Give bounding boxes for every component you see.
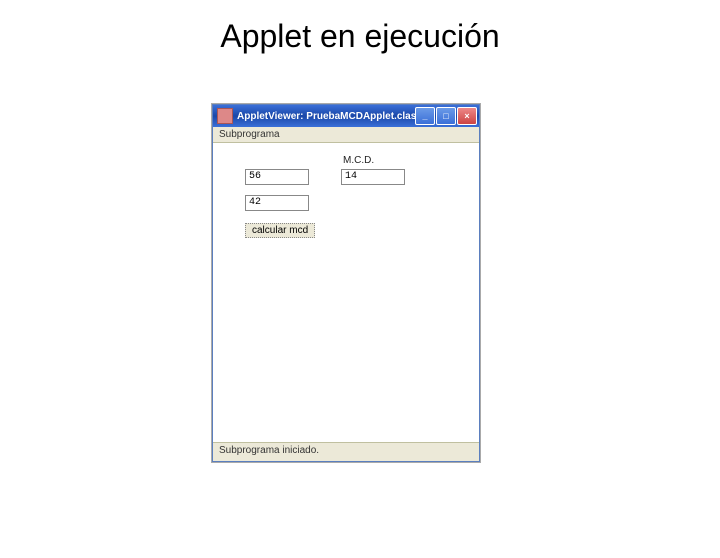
status-bar: Subprograma iniciado. — [213, 442, 479, 461]
close-button[interactable]: × — [457, 107, 477, 125]
mcd-label: M.C.D. — [343, 155, 374, 166]
applet-viewer-window: AppletViewer: PruebaMCDApplet.class _ □ … — [212, 104, 480, 462]
window-controls: _ □ × — [415, 107, 477, 125]
titlebar: AppletViewer: PruebaMCDApplet.class _ □ … — [213, 105, 479, 127]
window-title: AppletViewer: PruebaMCDApplet.class — [237, 111, 415, 122]
maximize-button[interactable]: □ — [436, 107, 456, 125]
result-field[interactable]: 14 — [341, 169, 405, 185]
slide-title: Applet en ejecución — [0, 18, 720, 55]
menu-bar[interactable]: Subprograma — [213, 127, 479, 143]
applet-area: M.C.D. 56 14 42 calcular mcd — [213, 143, 479, 447]
minimize-button[interactable]: _ — [415, 107, 435, 125]
calculate-button[interactable]: calcular mcd — [245, 223, 315, 238]
input-b-field[interactable]: 42 — [245, 195, 309, 211]
input-a-field[interactable]: 56 — [245, 169, 309, 185]
app-icon — [217, 108, 233, 124]
